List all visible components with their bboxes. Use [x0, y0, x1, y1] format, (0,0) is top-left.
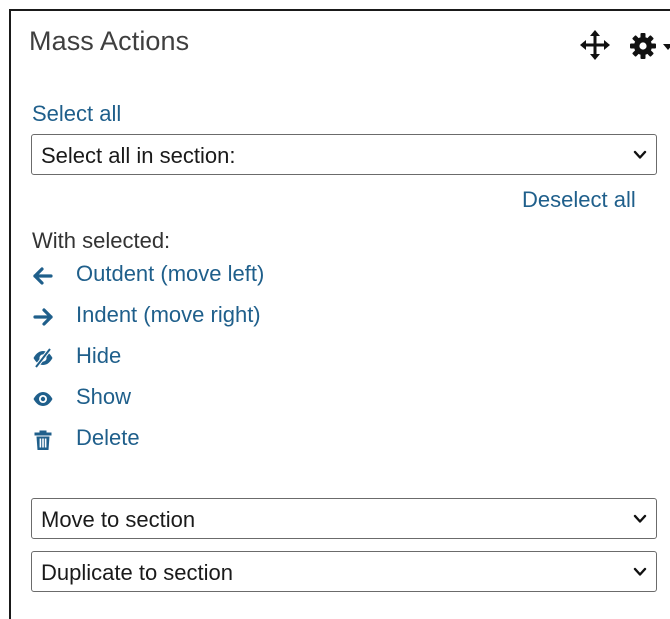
eye-slash-icon	[33, 347, 53, 369]
trash-icon	[34, 430, 52, 450]
arrow-left-icon	[33, 267, 53, 285]
deselect-all-link[interactable]: Deselect all	[522, 187, 636, 213]
gear-icon[interactable]	[628, 31, 658, 61]
show-label: Show	[76, 384, 132, 409]
move-arrows-icon[interactable]	[579, 29, 611, 61]
chevron-down-icon	[633, 150, 647, 159]
move-to-section-dropdown[interactable]: Move to section	[31, 498, 657, 539]
duplicate-to-section-value: Duplicate to section	[41, 560, 233, 585]
duplicate-to-section-dropdown[interactable]: Duplicate to section	[31, 551, 657, 592]
arrow-right-icon	[33, 308, 53, 326]
outdent-label: Outdent (move left)	[76, 261, 265, 286]
chevron-down-icon	[633, 514, 647, 523]
block-title: Mass Actions	[29, 26, 190, 56]
chevron-down-icon[interactable]	[662, 31, 670, 61]
chevron-down-icon	[633, 567, 647, 576]
delete-label: Delete	[76, 425, 140, 450]
move-to-section-value: Move to section	[41, 507, 196, 532]
with-selected-label: With selected:	[32, 228, 171, 253]
indent-label: Indent (move right)	[76, 302, 261, 327]
mass-actions-block: Mass Actions Select all Select all in se…	[9, 9, 670, 619]
eye-icon	[33, 392, 53, 406]
hide-label: Hide	[76, 343, 122, 368]
select-all-in-section-dropdown[interactable]: Select all in section:	[31, 134, 657, 175]
select-all-link[interactable]: Select all	[32, 101, 121, 127]
select-all-in-section-value: Select all in section:	[41, 143, 236, 168]
